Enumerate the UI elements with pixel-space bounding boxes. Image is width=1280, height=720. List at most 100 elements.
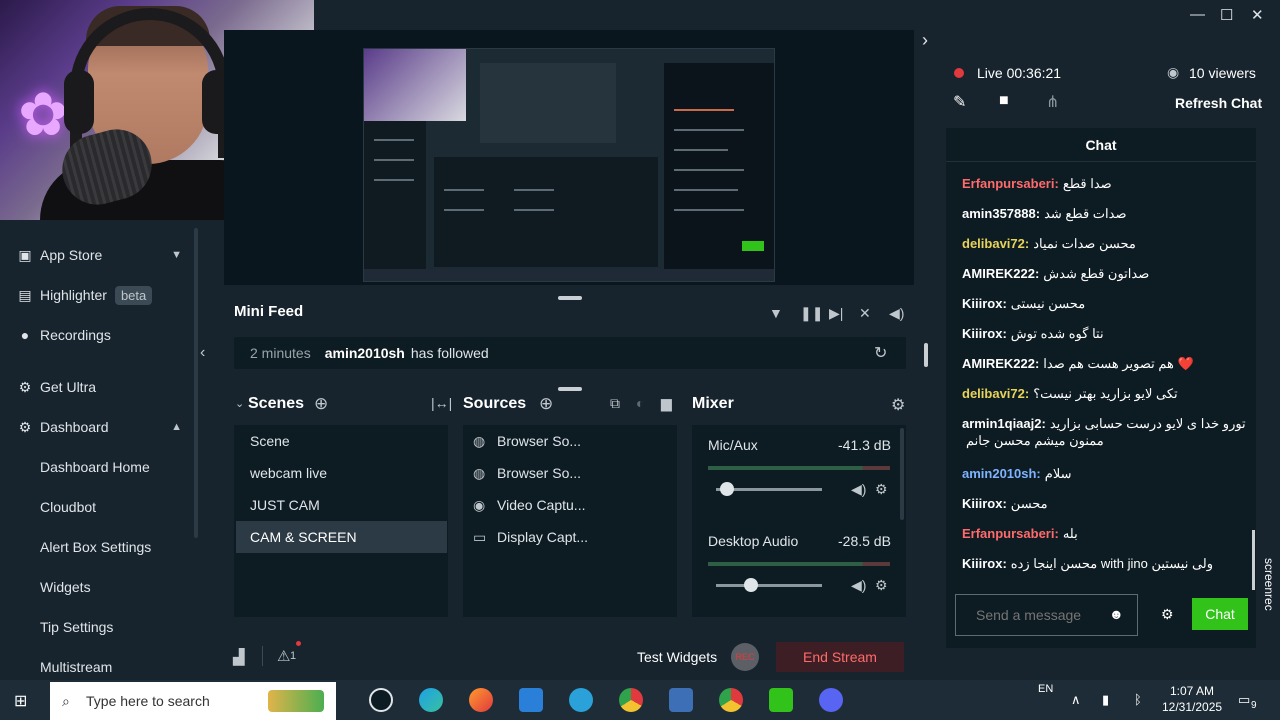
chat-username[interactable]: AMIREK222: (962, 266, 1039, 281)
scene-item[interactable]: webcam live (236, 457, 447, 489)
stream-preview[interactable] (363, 48, 775, 282)
scene-transition-icon[interactable]: |↔| (431, 395, 452, 411)
notification-icon[interactable]: ▭ (1238, 692, 1250, 708)
sidebar-item-recordings[interactable]: ● Recordings (0, 317, 196, 353)
mixer-scrollbar[interactable] (900, 428, 904, 520)
speaker-icon[interactable]: ◀) (851, 481, 866, 498)
chat-message: delibavi72: محسن صدات نمیاد (962, 236, 1136, 252)
refresh-icon[interactable]: ↻ (874, 343, 887, 363)
mixer-settings-icon[interactable]: ⚙ (891, 395, 905, 415)
chevron-right-icon[interactable]: › (922, 30, 938, 50)
volume-slider[interactable] (716, 578, 822, 592)
scene-item[interactable]: JUST CAM (236, 489, 447, 521)
sidebar-item-cloudbot[interactable]: Cloudbot (0, 489, 196, 525)
store-app-icon[interactable] (519, 688, 543, 712)
volume-slider[interactable] (716, 482, 822, 496)
sidebar-item-get-ultra[interactable]: ⚙ Get Ultra (0, 369, 196, 405)
edit-stream-icon[interactable]: ✎ (953, 92, 966, 112)
source-layout-icon[interactable]: ⧉ (610, 395, 620, 412)
sidebar-item-app-store[interactable]: ▣ App Store ▼ (0, 237, 196, 273)
chat-username[interactable]: Kiiirox: (962, 296, 1007, 311)
resize-handle[interactable] (558, 387, 582, 391)
sidebar-item-tip-settings[interactable]: Tip Settings (0, 609, 196, 645)
mute-alerts-icon[interactable]: ✕ (859, 305, 871, 322)
share-icon[interactable]: ⋔ (1046, 92, 1059, 112)
feed-scrollbar[interactable] (924, 343, 928, 367)
chat-username[interactable]: delibavi72: (962, 386, 1029, 401)
feed-time: 2 minutes (250, 345, 311, 361)
add-scene-icon[interactable]: ⊕ (314, 394, 328, 414)
sidebar-item-dashboard-home[interactable]: Dashboard Home (0, 449, 196, 485)
speaker-icon[interactable]: ◀) (851, 577, 866, 594)
resize-handle[interactable] (558, 296, 582, 300)
chat-username[interactable]: Kiiirox: (962, 556, 1007, 571)
chat-username[interactable]: Kiiirox: (962, 326, 1007, 341)
volume-slider-knob[interactable] (744, 578, 758, 592)
firefox-app-icon[interactable] (469, 688, 493, 712)
folder-icon[interactable]: ▆ (661, 395, 672, 412)
language-indicator[interactable]: EN (1038, 683, 1053, 696)
word-app-icon[interactable] (669, 688, 693, 712)
sidebar-scrollbar[interactable] (194, 228, 198, 538)
scene-item[interactable]: Scene (236, 425, 447, 457)
filter-icon[interactable]: ▼ (769, 305, 783, 321)
add-source-icon[interactable]: ⊕ (539, 394, 553, 414)
chevron-down-icon[interactable]: ⌄ (235, 397, 244, 410)
source-item[interactable]: ◍ Browser So... (465, 425, 581, 457)
windows-start-icon[interactable]: ⊞ (14, 691, 27, 711)
source-item[interactable]: ▭ Display Capt... (465, 521, 588, 553)
chevron-up-icon[interactable]: ∧ (1071, 692, 1081, 708)
chat-username[interactable]: amin2010sh: (962, 466, 1041, 481)
video-icon[interactable]: ■ (999, 92, 1009, 110)
telegram-app-icon[interactable] (569, 688, 593, 712)
chrome-app-icon[interactable] (619, 688, 643, 712)
streamlabs-app-icon[interactable] (769, 688, 793, 712)
chat-username[interactable]: AMIREK222: (962, 356, 1039, 371)
stats-icon[interactable]: ▟ (233, 648, 245, 666)
chat-username[interactable]: armin1qiaaj2: (962, 416, 1046, 431)
collapse-left-icon[interactable]: ‹ (200, 344, 216, 364)
channel-settings-icon[interactable]: ⚙ (875, 577, 888, 594)
end-stream-button[interactable]: End Stream (776, 642, 904, 672)
pause-icon[interactable]: ❚❚ (800, 305, 823, 322)
chat-username[interactable]: Kiiirox: (962, 496, 1007, 511)
search-placeholder: Type here to search (86, 693, 210, 709)
minimize-button[interactable]: — (1190, 6, 1205, 23)
rec-button[interactable]: REC (731, 643, 759, 671)
volume-icon[interactable]: ◀) (889, 305, 904, 322)
chrome-profile-app-icon[interactable] (719, 688, 743, 712)
source-effects-icon[interactable]: ◐ (636, 395, 644, 411)
chat-scrollbar[interactable] (1252, 530, 1255, 590)
close-button[interactable]: ✕ (1251, 6, 1264, 24)
channel-settings-icon[interactable]: ⚙ (875, 481, 888, 498)
scene-item-active[interactable]: CAM & SCREEN (236, 521, 447, 553)
sidebar-item-alert-box-settings[interactable]: Alert Box Settings (0, 529, 196, 565)
clock[interactable]: 1:07 AM 12/31/2025 (1162, 683, 1222, 715)
skip-icon[interactable]: ▶| (829, 305, 843, 322)
chat-username[interactable]: amin357888: (962, 206, 1040, 221)
chat-username[interactable]: delibavi72: (962, 236, 1029, 251)
alert-icon[interactable]: ⚠ (277, 647, 290, 665)
chat-text: نتا گوه شده توش (1010, 326, 1104, 341)
usb-icon[interactable]: ▮ (1102, 692, 1109, 708)
source-item[interactable]: ◉ Video Captu... (465, 489, 585, 521)
sidebar-item-widgets[interactable]: Widgets (0, 569, 196, 605)
bluetooth-icon[interactable]: ᛒ (1134, 692, 1142, 707)
chat-send-button[interactable]: Chat (1192, 598, 1248, 630)
sources-title: Sources (463, 395, 527, 412)
volume-slider-knob[interactable] (720, 482, 734, 496)
chat-username[interactable]: Erfanpursaberi: (962, 176, 1059, 191)
emoji-icon[interactable]: ☻ (1109, 606, 1124, 622)
refresh-chat-button[interactable]: Refresh Chat (1175, 95, 1262, 111)
discord-app-icon[interactable] (819, 688, 843, 712)
chat-settings-icon[interactable]: ⚙ (1161, 606, 1174, 623)
sidebar-item-highlighter[interactable]: ▤ Highlighter beta (0, 277, 196, 313)
taskbar-search[interactable]: ⌕ Type here to search (50, 682, 336, 720)
source-item[interactable]: ◍ Browser So... (465, 457, 581, 489)
chat-username[interactable]: Erfanpursaberi: (962, 526, 1059, 541)
chatgpt-app-icon[interactable] (369, 688, 393, 712)
sidebar-item-dashboard[interactable]: ⚙ Dashboard ▲ (0, 409, 196, 445)
maximize-button[interactable]: ☐ (1220, 6, 1233, 24)
edge-app-icon[interactable] (419, 688, 443, 712)
test-widgets-button[interactable]: Test Widgets (631, 648, 723, 666)
